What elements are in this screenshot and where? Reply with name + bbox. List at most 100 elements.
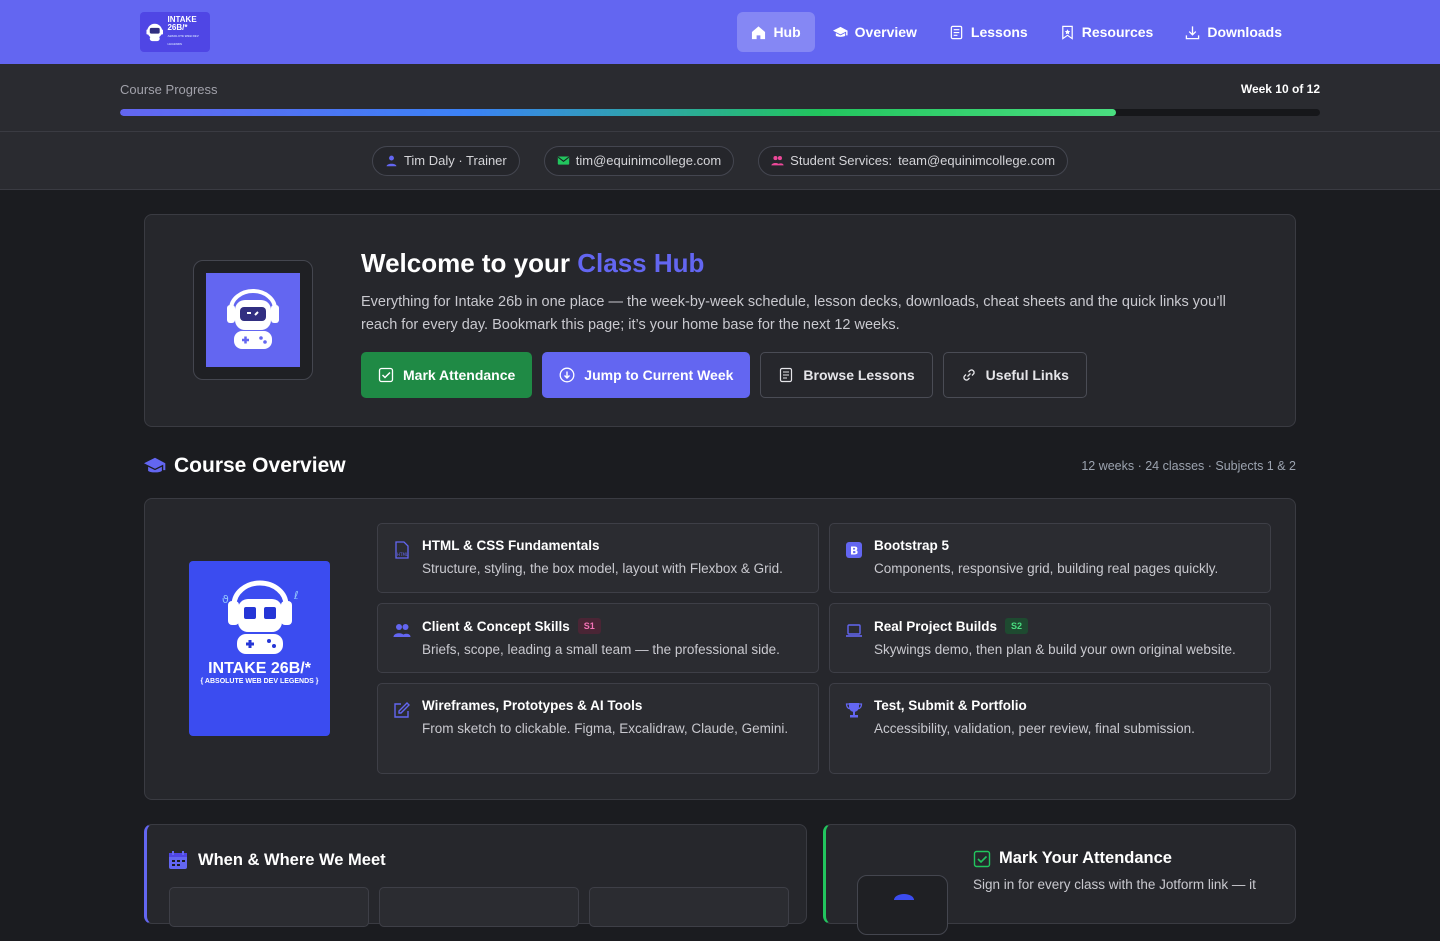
section-title: Course Overview — [144, 454, 346, 478]
intake-badge-image: ϑ ℓ INTAKE 26B/* { ABSOLUTE WEB DEV LEGE… — [189, 561, 330, 736]
progress-bar-fill — [120, 109, 1116, 116]
graduation-cap-icon — [832, 26, 848, 37]
meet-detail-cell — [589, 887, 789, 927]
subject-title: Client & Concept Skills — [422, 618, 570, 634]
bookmark-icon — [1061, 25, 1073, 40]
hero-logo — [193, 260, 313, 380]
meet-title-text: When & Where We Meet — [198, 850, 386, 869]
nav-link-label: Lessons — [970, 24, 1028, 40]
subject-description: Skywings demo, then plan & build your ow… — [874, 642, 1236, 657]
badge-subtitle: { ABSOLUTE WEB DEV LEGENDS } — [200, 678, 319, 685]
subject-description: Accessibility, validation, peer review, … — [874, 721, 1195, 736]
trainer-label: Tim Daly · Trainer — [403, 153, 507, 168]
download-icon — [1186, 25, 1200, 39]
html-file-icon: HTML — [395, 541, 409, 559]
nav-link-overview[interactable]: Overview — [819, 12, 931, 52]
svg-text:ϑ: ϑ — [222, 593, 229, 606]
check-square-icon — [378, 367, 394, 383]
subject-description: Components, responsive grid, building re… — [874, 561, 1219, 576]
site-logo[interactable]: INTAKE 26B/* ABSOLUTE WEB DEV LEGENDS — [140, 12, 210, 52]
useful-links-button[interactable]: Useful Links — [942, 352, 1087, 398]
document-icon — [950, 25, 963, 39]
attendance-title: Mark Your Attendance — [973, 849, 1172, 868]
trainer-email: tim@equinimcollege.com — [575, 153, 722, 168]
nav-link-resources[interactable]: Resources — [1046, 12, 1168, 52]
svg-text:B: B — [850, 545, 858, 558]
services-email: team@equinimcollege.com — [898, 153, 1056, 168]
meet-detail-cell — [169, 887, 369, 927]
hero-title-prefix: Welcome to your — [361, 248, 578, 278]
section-title-text: Course Overview — [174, 454, 346, 477]
trophy-icon — [845, 703, 863, 718]
subject-description: Structure, styling, the box model, layou… — [422, 561, 783, 576]
bootstrap-icon: B — [846, 542, 862, 558]
attendance-text: Sign in for every class with the Jotform… — [973, 877, 1256, 892]
robot-logo-icon — [227, 289, 279, 349]
hero-title: Welcome to your Class Hub — [361, 248, 704, 279]
people-icon — [393, 624, 411, 637]
logo-line-2: 26B/* — [167, 23, 188, 32]
laptop-icon — [846, 624, 862, 637]
badge-title: INTAKE 26B/* — [208, 660, 311, 677]
progress-label: Course Progress — [120, 82, 218, 97]
check-square-icon — [973, 850, 991, 867]
calendar-icon — [169, 851, 187, 869]
subject-card[interactable]: B Bootstrap 5 Components, responsive gri… — [829, 523, 1271, 593]
attendance-title-text: Mark Your Attendance — [999, 849, 1172, 867]
logo-line-3: ABSOLUTE WEB DEV LEGENDS — [167, 34, 199, 46]
document-icon — [780, 367, 793, 383]
course-overview-card: ϑ ℓ INTAKE 26B/* { ABSOLUTE WEB DEV LEGE… — [144, 498, 1296, 800]
meet-details — [169, 887, 789, 927]
subject-title: Test, Submit & Portfolio — [874, 698, 1027, 713]
arrow-down-circle-icon — [559, 367, 575, 383]
nav-link-label: Downloads — [1207, 24, 1282, 40]
meeting-info-card: When & Where We Meet — [144, 824, 807, 927]
nav-link-label: Hub — [773, 24, 801, 40]
services-label: Student Services: — [790, 153, 893, 168]
nav-links: Hub Overview Lessons Resources Downloads — [737, 12, 1296, 52]
subject-card[interactable]: Real Project Builds S2 Skywings demo, the… — [829, 603, 1271, 673]
nav-link-label: Overview — [854, 24, 917, 40]
subject-card[interactable]: Wireframes, Prototypes & AI Tools From s… — [377, 683, 819, 774]
subject-title: Wireframes, Prototypes & AI Tools — [422, 698, 643, 713]
subject-description: Briefs, scope, leading a small team — th… — [422, 642, 780, 657]
nav-link-lessons[interactable]: Lessons — [935, 12, 1042, 52]
browse-lessons-button[interactable]: Browse Lessons — [760, 352, 933, 398]
mail-icon — [557, 156, 569, 165]
robot-logo-icon — [894, 894, 914, 900]
subject-tag-s1: S1 — [577, 618, 601, 634]
email-chip[interactable]: tim@equinimcollege.com — [543, 145, 735, 176]
button-label: Useful Links — [985, 367, 1069, 383]
subject-title: HTML & CSS Fundamentals — [422, 538, 600, 553]
person-icon — [386, 155, 397, 167]
meet-detail-cell — [379, 887, 579, 927]
edit-icon — [394, 702, 410, 718]
course-meta: 12 weeks · 24 classes · Subjects 1 & 2 — [1081, 459, 1296, 473]
trainer-chip: Tim Daly · Trainer — [371, 145, 520, 176]
student-services-chip[interactable]: Student Services: team@equinimcollege.co… — [758, 145, 1069, 176]
contact-bar: Tim Daly · Trainer tim@equinimcollege.co… — [0, 132, 1440, 190]
robot-logo-icon — [146, 23, 163, 42]
home-icon — [752, 25, 766, 39]
progress-week: Week 10 of 12 — [1240, 82, 1320, 96]
subject-card[interactable]: Client & Concept Skills S1 Briefs, scope,… — [377, 603, 819, 673]
subject-description: From sketch to clickable. Figma, Excalid… — [422, 721, 789, 736]
subject-title: Real Project Builds — [874, 618, 998, 634]
hero-description: Everything for Intake 26b in one place —… — [361, 294, 1226, 333]
course-progress: Course Progress Week 10 of 12 — [0, 64, 1440, 132]
jump-to-current-week-button[interactable]: Jump to Current Week — [542, 352, 751, 398]
subject-card[interactable]: HTML HTML & CSS Fundamentals Structure, … — [377, 523, 819, 593]
subject-card[interactable]: Test, Submit & Portfolio Accessibility, … — [829, 683, 1271, 774]
svg-text:HTML: HTML — [397, 552, 409, 557]
mark-attendance-button[interactable]: Mark Attendance — [361, 352, 533, 398]
nav-link-label: Resources — [1081, 24, 1154, 40]
hero-actions: Mark Attendance Jump to Current Week Bro… — [361, 352, 1087, 398]
nav-link-hub[interactable]: Hub — [737, 12, 815, 52]
graduation-cap-icon — [144, 457, 166, 473]
hero-title-accent: Class Hub — [577, 248, 705, 278]
nav-link-downloads[interactable]: Downloads — [1171, 12, 1296, 52]
logo-text: INTAKE 26B/* ABSOLUTE WEB DEV LEGENDS — [167, 16, 206, 48]
link-icon — [963, 369, 975, 381]
svg-text:ℓ: ℓ — [293, 589, 299, 602]
people-icon — [771, 156, 784, 166]
